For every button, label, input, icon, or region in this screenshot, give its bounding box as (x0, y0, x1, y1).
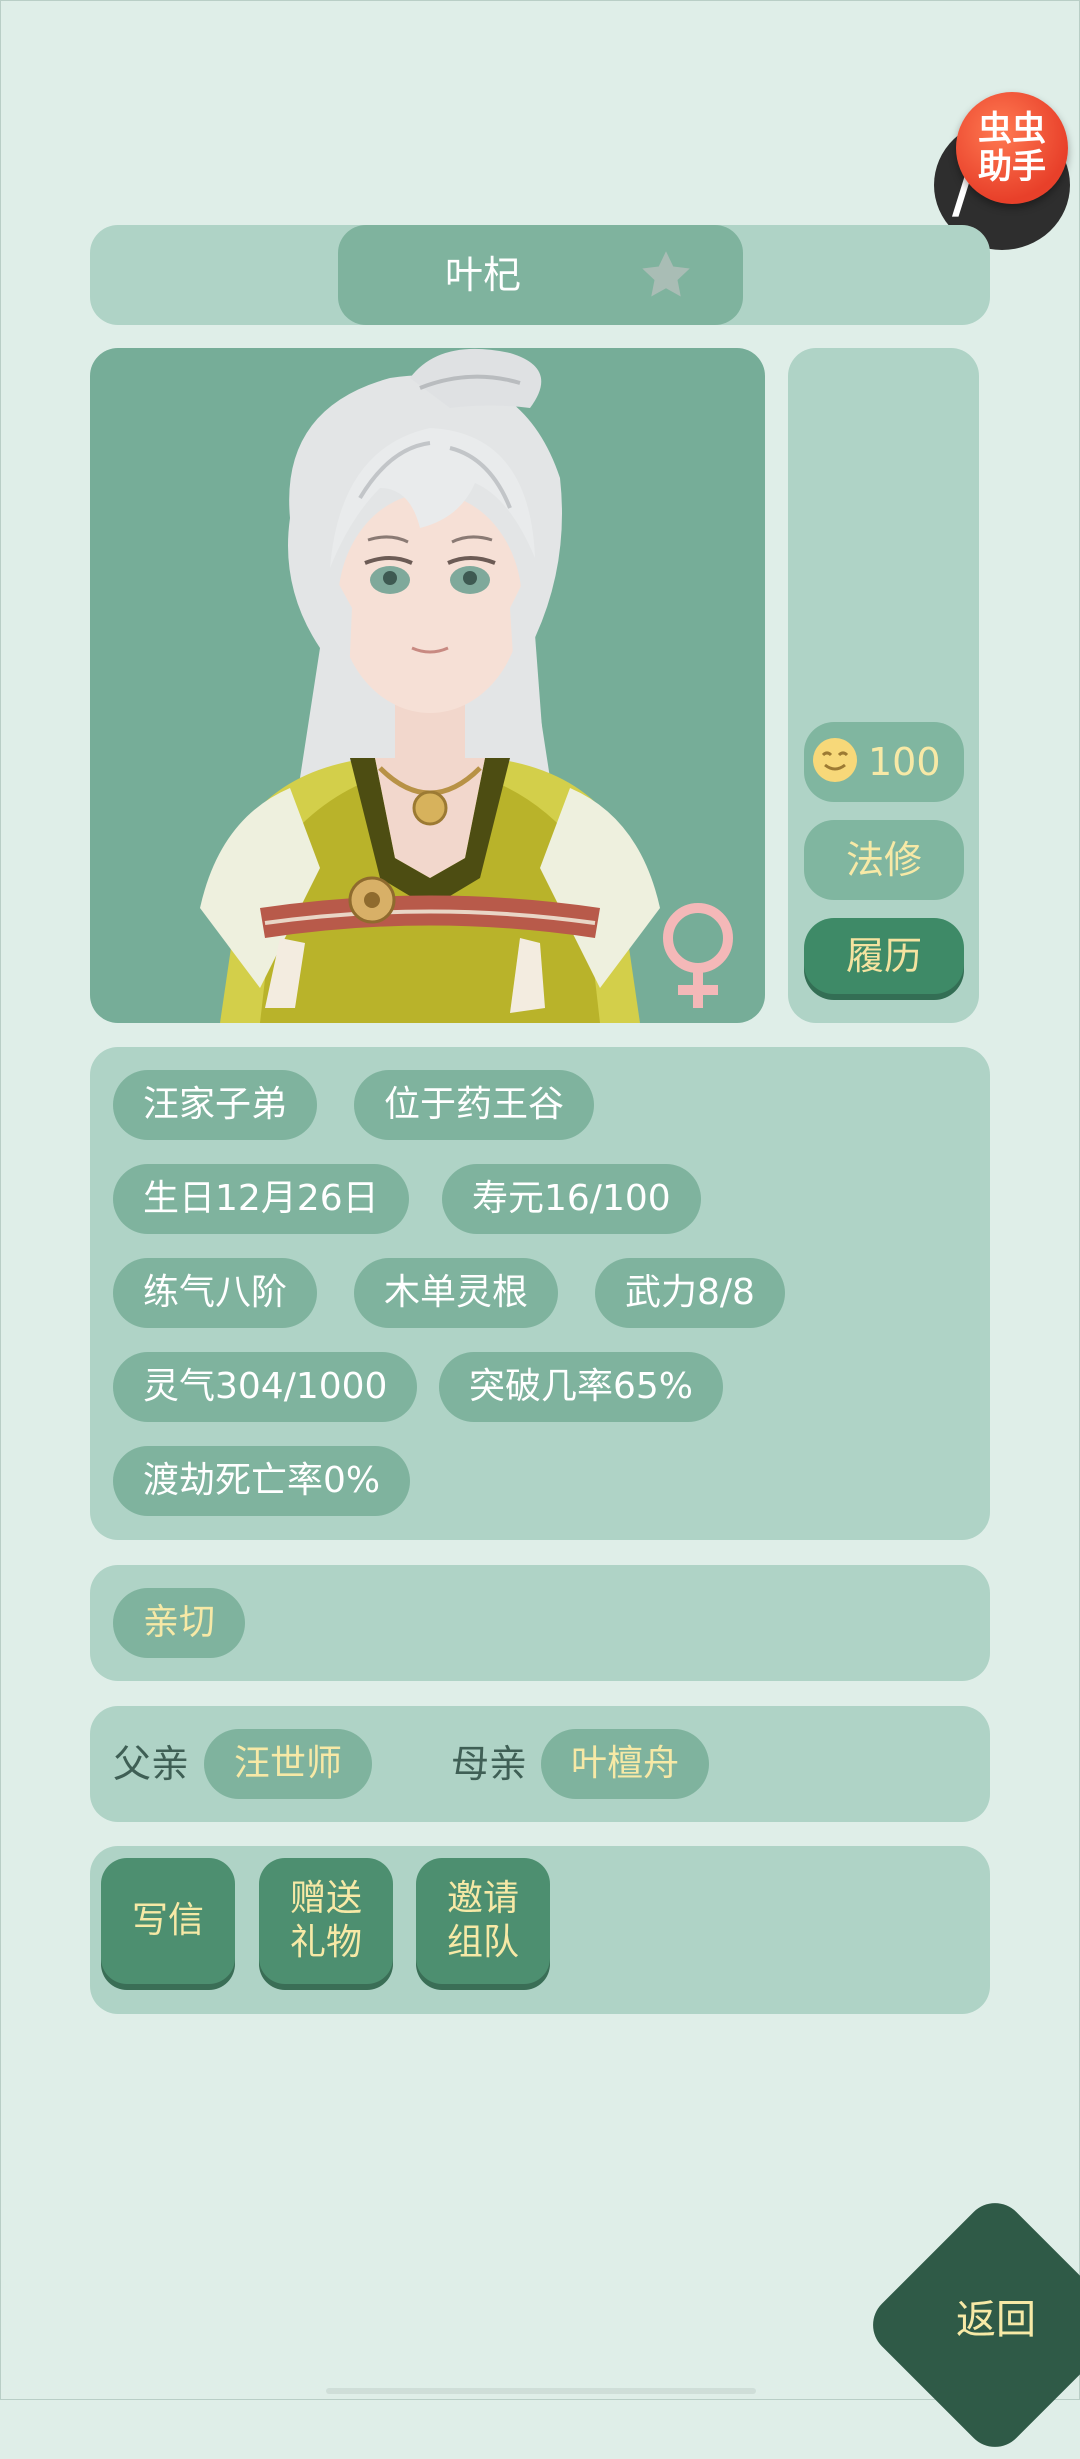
gift-label-line2: 礼物 (289, 1922, 362, 1963)
school-button[interactable]: 法修 (804, 820, 964, 900)
gift-label-line1: 赠送 (289, 1878, 362, 1919)
helper-badge-line2: 助手 (978, 147, 1046, 187)
mood-value: 100 (868, 740, 941, 784)
character-name: 叶杞 (444, 253, 521, 297)
tag-breakthrough-rate[interactable]: 突破几率65% (439, 1352, 724, 1422)
favorite-star-icon[interactable] (636, 245, 696, 305)
father-name-button[interactable]: 汪世师 (204, 1729, 373, 1799)
father-label: 父亲 (113, 1742, 190, 1786)
tag-lifespan[interactable]: 寿元16/100 (442, 1164, 701, 1234)
name-tab: 叶杞 (338, 225, 743, 325)
tag-force[interactable]: 武力8/8 (595, 1258, 785, 1328)
mother-name-button[interactable]: 叶檀舟 (541, 1729, 710, 1799)
tag-qi[interactable]: 灵气304/1000 (113, 1352, 418, 1422)
home-indicator (326, 2388, 756, 2394)
tag-family[interactable]: 汪家子弟 (113, 1070, 318, 1140)
invite-team-button[interactable]: 邀请 组队 (416, 1858, 550, 1984)
back-label[interactable]: 返回 (936, 2290, 1056, 2350)
invite-label-line1: 邀请 (446, 1878, 519, 1919)
tag-location[interactable]: 位于药王谷 (354, 1070, 595, 1140)
helper-badge-button[interactable]: 虫虫 助手 (956, 92, 1068, 204)
write-letter-button[interactable]: 写信 (101, 1858, 235, 1984)
tag-realm[interactable]: 练气八阶 (113, 1258, 318, 1328)
female-gender-icon (663, 903, 733, 1008)
trait-tag[interactable]: 亲切 (113, 1588, 246, 1658)
invite-label-line2: 组队 (446, 1922, 519, 1963)
gift-button[interactable]: 赠送 礼物 (259, 1858, 393, 1984)
helper-badge-line1: 虫虫 (978, 109, 1046, 149)
history-button[interactable]: 履历 (804, 918, 964, 994)
tag-spirit-root[interactable]: 木单灵根 (354, 1258, 559, 1328)
tag-tribulation-death-rate[interactable]: 渡劫死亡率0% (113, 1446, 411, 1516)
smile-face-icon (813, 738, 857, 782)
mother-label: 母亲 (451, 1742, 528, 1786)
write-letter-label: 写信 (131, 1900, 204, 1941)
tag-birthday[interactable]: 生日12月26日 (113, 1164, 409, 1234)
